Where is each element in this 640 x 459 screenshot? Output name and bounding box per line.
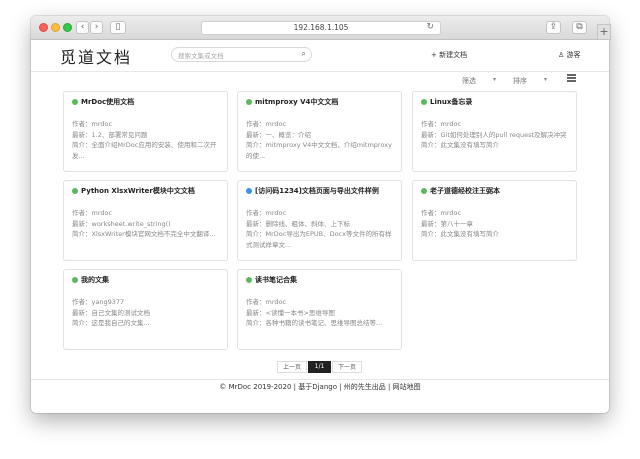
collection-card[interactable]: Python XlsxWriter模块中文文档 作者：mrdoc 最新：work… (63, 180, 228, 261)
card-author: 作者：mrdoc (421, 120, 462, 128)
card-latest[interactable]: 最新：第八十一章 (421, 218, 473, 228)
public-status-icon (421, 187, 427, 194)
address-bar[interactable]: 192.168.1.105 ↻ (201, 21, 441, 35)
site-logo[interactable]: 觅道文档 (60, 44, 132, 68)
card-latest[interactable]: 最新：自己文集的测试文档 (72, 307, 150, 317)
card-title[interactable]: 我的文集 (72, 275, 109, 285)
card-intro: 简介：全面介绍MrDoc应用的安装、使用和二次开发... (72, 141, 217, 160)
sort-chevron-down-icon[interactable]: ▾ (544, 76, 547, 83)
back-arrow-icon[interactable]: ‹ (76, 21, 89, 34)
reload-icon[interactable]: ↻ (426, 22, 434, 32)
card-intro: 简介：此文集没有填写简介 (421, 230, 499, 238)
public-status-icon (246, 276, 252, 283)
browser-window: ‹ › ▯ 192.168.1.105 ↻ ⇪ ⧉ 觅道文档 搜索文集或文档 ⌕… (31, 16, 609, 413)
header-divider (31, 71, 609, 72)
public-status-icon (72, 276, 78, 283)
filter-chevron-down-icon[interactable]: ▾ (493, 76, 496, 83)
site-header: 觅道文档 搜索文集或文档 ⌕ + 新建文档 ♙ 游客 (31, 40, 609, 70)
card-latest[interactable]: 最新：1.2、部署常见问题 (72, 129, 147, 139)
site-footer: © MrDoc 2019-2020 | 基于Django | 州的先生出品 | … (219, 383, 421, 391)
card-title[interactable]: Python XlsxWriter模块中文文档 (72, 186, 195, 196)
card-author: 作者：mrdoc (72, 209, 113, 217)
prev-page-button[interactable]: 上一页 (277, 361, 307, 373)
new-doc-button[interactable]: + 新建文档 (431, 50, 467, 60)
sidebar-toggle-icon[interactable]: ▯ (110, 21, 126, 34)
card-latest[interactable]: 最新：一、概览：介绍 (246, 129, 311, 139)
collection-card[interactable]: mitmproxy V4中文文档 作者：mrdoc 最新：一、概览：介绍 简介：… (237, 91, 402, 172)
forward-arrow-icon[interactable]: › (90, 21, 103, 34)
collection-card[interactable]: 读书笔记合集 作者：mrdoc 最新：<读懂一本书>思维导图 简介：各种书籍的读… (237, 269, 402, 350)
restricted-status-icon (246, 187, 252, 194)
search-placeholder: 搜索文集或文档 (178, 52, 224, 60)
share-icon[interactable]: ⇪ (546, 21, 561, 34)
card-author: 作者：mrdoc (246, 209, 287, 217)
collection-card[interactable]: MrDoc使用文档 作者：mrdoc 最新：1.2、部署常见问题 简介：全面介绍… (63, 91, 228, 172)
card-latest[interactable]: 最新：worksheet.write_string() (72, 218, 171, 228)
card-intro: 简介：此文集没有填写简介 (421, 141, 499, 149)
collection-card[interactable]: 老子道德经校注王弼本 作者：mrdoc 最新：第八十一章 简介：此文集没有填写简… (412, 180, 577, 261)
card-latest[interactable]: 最新：删除线、粗体、斜体、上下标 (246, 218, 350, 228)
card-title[interactable]: mitmproxy V4中文文档 (246, 97, 338, 107)
next-page-button[interactable]: 下一页 (332, 361, 362, 373)
card-intro: 简介：mitmproxy V4中文文档，介绍mitmproxy的使... (246, 141, 392, 160)
public-status-icon (421, 98, 427, 105)
search-icon[interactable]: ⌕ (302, 49, 306, 59)
card-title[interactable]: [访问码1234]文档页面与导出文件样例 (246, 186, 379, 196)
minimize-window-button[interactable] (51, 23, 60, 32)
card-intro: 简介：MrDoc导出为EPUB、Docx等文件的所有样式测试样章文... (246, 230, 392, 249)
url-text: 192.168.1.105 (293, 23, 349, 32)
card-title[interactable]: 读书笔记合集 (246, 275, 297, 285)
collection-card[interactable]: 我的文集 作者：yang9377 最新：自己文集的测试文档 简介：这是我自己的文… (63, 269, 228, 350)
card-author: 作者：yang9377 (72, 298, 125, 306)
new-tab-plus-icon[interactable]: + (597, 24, 611, 40)
card-intro: 简介：各种书籍的读书笔记、思维导图总结等... (246, 319, 383, 327)
card-author: 作者：mrdoc (246, 298, 287, 306)
card-author: 作者：mrdoc (246, 120, 287, 128)
public-status-icon (72, 98, 78, 105)
collection-card[interactable]: [访问码1234]文档页面与导出文件样例 作者：mrdoc 最新：删除线、粗体、… (237, 180, 402, 261)
maximize-window-button[interactable] (63, 23, 72, 32)
public-status-icon (246, 98, 252, 105)
sort-dropdown[interactable]: 排序 (513, 76, 527, 86)
guest-user-link[interactable]: ♙ 游客 (558, 50, 581, 60)
card-intro: 简介：XlsxWriter模块官网文档不完全中文翻译... (72, 230, 216, 238)
card-title[interactable]: 老子道德经校注王弼本 (421, 186, 500, 196)
browser-titlebar: ‹ › ▯ 192.168.1.105 ↻ ⇪ ⧉ (31, 16, 609, 40)
tabs-overview-icon[interactable]: ⧉ (572, 21, 587, 34)
card-latest[interactable]: 最新：<读懂一本书>思维导图 (246, 307, 335, 317)
search-input[interactable]: 搜索文集或文档 ⌕ (171, 47, 312, 62)
card-title[interactable]: MrDoc使用文档 (72, 97, 134, 107)
footer-divider (31, 379, 609, 380)
card-author: 作者：mrdoc (72, 120, 113, 128)
card-intro: 简介：这是我自己的文集... (72, 319, 150, 327)
list-view-icon[interactable] (567, 74, 576, 83)
collection-card[interactable]: Linux备忘录 作者：mrdoc 最新：Git如何处理别人的pull requ… (412, 91, 577, 172)
public-status-icon (72, 187, 78, 194)
card-author: 作者：mrdoc (421, 209, 462, 217)
close-window-button[interactable] (39, 23, 48, 32)
filter-dropdown[interactable]: 筛选 (462, 76, 476, 86)
card-title[interactable]: Linux备忘录 (421, 97, 472, 107)
card-latest[interactable]: 最新：Git如何处理别人的pull request及解决冲突 (421, 129, 567, 139)
current-page-indicator: 1/1 (308, 361, 331, 373)
